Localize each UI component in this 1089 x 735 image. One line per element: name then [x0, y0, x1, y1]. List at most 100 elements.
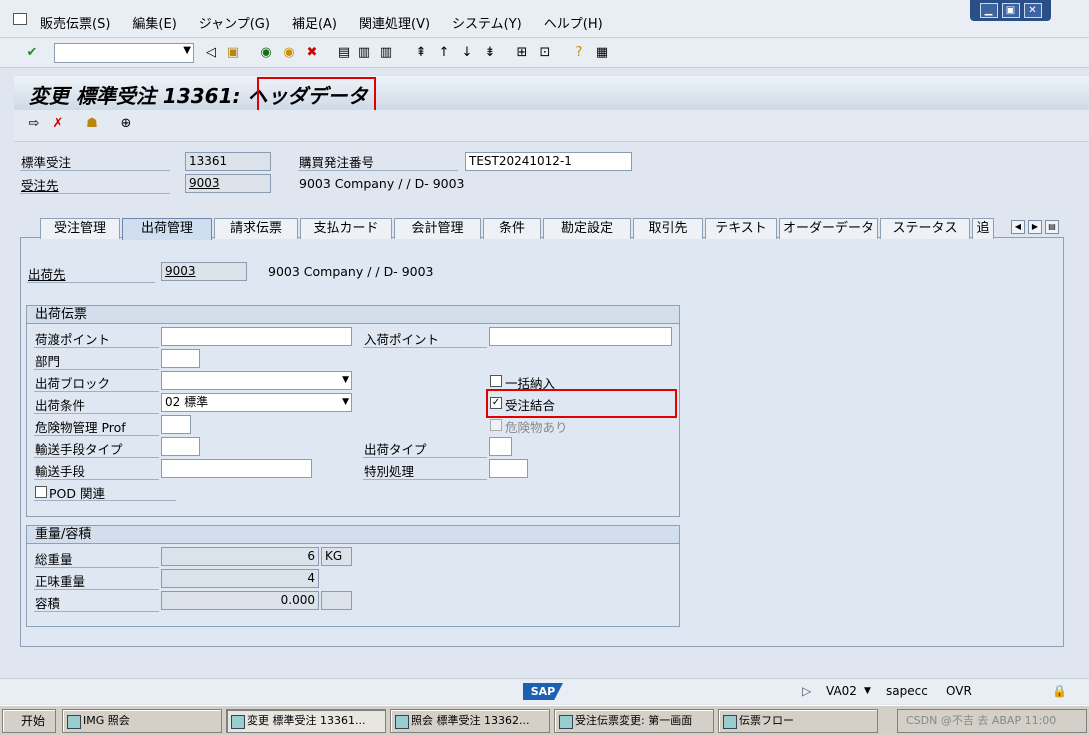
sold-to-label[interactable]: 受注先 — [21, 175, 59, 194]
cancel-icon[interactable]: ✖ — [304, 45, 320, 61]
previous-page-icon[interactable]: ↑ — [436, 45, 452, 61]
tab-additional[interactable]: 追 — [972, 218, 994, 239]
command-field[interactable]: ▼ — [54, 43, 194, 63]
task-change-order[interactable]: 変更 標準受注 13361... — [226, 709, 386, 733]
task-display-order[interactable]: 照会 標準受注 13362... — [390, 709, 550, 733]
insert-mode: OVR — [946, 684, 972, 698]
shipping-group-title: 出荷伝票 — [27, 306, 679, 324]
pod-checkbox[interactable] — [35, 486, 47, 498]
lock-icon[interactable]: 🔒 — [1052, 684, 1067, 698]
tab-shipping[interactable]: 出荷管理 — [122, 218, 212, 240]
chevron-down-icon[interactable]: ▼ — [864, 686, 871, 696]
back-icon[interactable]: ◉ — [258, 45, 274, 61]
department-field[interactable] — [161, 349, 200, 368]
menu-extras[interactable]: 補足(A) — [292, 13, 337, 32]
po-number-field[interactable]: TEST20241012-1 — [465, 152, 632, 171]
transport-field[interactable] — [161, 459, 312, 478]
minimize-button[interactable]: ▁ — [979, 3, 998, 18]
receiving-point-label: 入荷ポイント — [364, 332, 440, 347]
next-page-icon[interactable]: ↓ — [459, 45, 475, 61]
window-menu-icon[interactable] — [13, 13, 27, 25]
enter-icon[interactable]: ✔ — [24, 45, 40, 61]
help-icon[interactable]: ? — [571, 45, 587, 61]
shipping-conditions-value: 02 標準 — [165, 395, 209, 409]
shortcut-icon[interactable]: ⊡ — [537, 45, 553, 61]
sap-logo: SAP — [523, 683, 563, 700]
window-controls: ▁ ▣ ✕ — [970, 0, 1051, 21]
maximize-button[interactable]: ▣ — [1001, 3, 1020, 18]
close-button[interactable]: ✕ — [1023, 3, 1042, 18]
task-change-order-initial[interactable]: 受注伝票変更: 第一画面 — [554, 709, 714, 733]
red-highlight-box — [257, 77, 376, 112]
chevron-down-icon[interactable]: ▼ — [342, 372, 349, 389]
start-button[interactable]: 开始 — [2, 709, 56, 733]
label-underline — [34, 457, 159, 458]
transport-type-field[interactable] — [161, 437, 200, 456]
standard-toolbar: ✔ ▼ ◁ ▣ ◉ ◉ ✖ ▤ ▥ ▥ ⇞ ↑ ↓ ⇟ ⊞ ⊡ ? ▦ — [0, 38, 1089, 68]
status-expand-icon[interactable]: ▷ — [802, 684, 811, 698]
tab-status[interactable]: ステータス — [880, 218, 970, 239]
net-weight-field: 4 — [161, 569, 319, 588]
tab-accounting[interactable]: 会計管理 — [394, 218, 481, 239]
label-underline — [34, 611, 159, 612]
chevron-down-icon[interactable]: ▼ — [342, 394, 349, 411]
create-session-icon[interactable]: ⊞ — [514, 45, 530, 61]
save-icon[interactable]: ▣ — [225, 45, 241, 61]
tab-account-assignment[interactable]: 勘定設定 — [543, 218, 631, 239]
label-underline — [27, 282, 155, 283]
tab-sales[interactable]: 受注管理 — [40, 218, 120, 239]
transport-label: 輸送手段 — [35, 464, 86, 479]
tab-scroll-left-icon[interactable]: ◀ — [1011, 220, 1025, 234]
menu-edit[interactable]: 編集(E) — [132, 13, 176, 32]
delivery-block-select[interactable]: ▼ — [161, 371, 352, 390]
exit-icon[interactable]: ◉ — [281, 45, 297, 61]
ship-to-label[interactable]: 出荷先 — [28, 264, 66, 283]
tab-texts[interactable]: テキスト — [705, 218, 777, 239]
reject-icon[interactable]: ✗ — [50, 116, 66, 132]
item-overview-icon[interactable]: ⇨ — [26, 116, 42, 132]
volume-field: 0.000 — [161, 591, 319, 610]
tab-partners[interactable]: 取引先 — [633, 218, 703, 239]
hazard-profile-field[interactable] — [161, 415, 191, 434]
find-icon[interactable]: ▥ — [356, 45, 372, 61]
chevron-down-icon[interactable]: ▼ — [183, 45, 191, 56]
shipping-type-field[interactable] — [489, 437, 512, 456]
tab-conditions[interactable]: 条件 — [483, 218, 541, 239]
layout-menu-icon[interactable]: ▦ — [594, 45, 610, 61]
label-underline — [20, 193, 170, 194]
task-document-flow[interactable]: 伝票フロー — [718, 709, 878, 733]
tab-billing[interactable]: 請求伝票 — [214, 218, 298, 239]
label-underline — [298, 170, 458, 171]
label-underline — [363, 479, 487, 480]
task-img-display[interactable]: IMG 照会 — [62, 709, 222, 733]
gross-weight-unit: KG — [321, 547, 352, 566]
partner-icon[interactable]: ☗ — [84, 116, 100, 132]
last-page-icon[interactable]: ⇟ — [482, 45, 498, 61]
tab-scroll-right-icon[interactable]: ▶ — [1028, 220, 1042, 234]
tab-list-icon[interactable]: ▤ — [1045, 220, 1059, 234]
complete-delivery-checkbox[interactable] — [490, 375, 502, 387]
volume-label: 容積 — [35, 596, 61, 611]
menu-goto[interactable]: ジャンプ(G) — [199, 13, 270, 32]
po-number-label: 購買発注番号 — [299, 155, 375, 170]
tab-order-data[interactable]: オーダーデータ — [779, 218, 878, 239]
print-icon[interactable]: ▤ — [336, 45, 352, 61]
display-document-flow-icon[interactable]: ⊕ — [118, 116, 134, 132]
find-next-icon[interactable]: ▥ — [378, 45, 394, 61]
tab-strip: 受注管理 出荷管理 請求伝票 支払カード 会計管理 条件 勘定設定 取引先 テキ… — [26, 218, 1066, 240]
label-underline — [34, 413, 159, 414]
menu-environment[interactable]: 関連処理(V) — [359, 13, 430, 32]
collapse-icon[interactable]: ◁ — [203, 45, 219, 61]
special-processing-field[interactable] — [489, 459, 528, 478]
tab-payment-card[interactable]: 支払カード — [300, 218, 392, 239]
first-page-icon[interactable]: ⇞ — [413, 45, 429, 61]
shipping-point-field[interactable] — [161, 327, 352, 346]
menu-help[interactable]: ヘルプ(H) — [544, 13, 603, 32]
windows-taskbar: 开始 IMG 照会 変更 標準受注 13361... 照会 標準受注 13362… — [0, 705, 1089, 735]
gross-weight-label: 総重量 — [35, 552, 73, 567]
menu-system[interactable]: システム(Y) — [452, 13, 522, 32]
hazard-label: 危険物あり — [505, 420, 568, 435]
receiving-point-field[interactable] — [489, 327, 672, 346]
menu-sales-document[interactable]: 販売伝票(S) — [40, 13, 110, 32]
shipping-conditions-select[interactable]: 02 標準 ▼ — [161, 393, 352, 412]
